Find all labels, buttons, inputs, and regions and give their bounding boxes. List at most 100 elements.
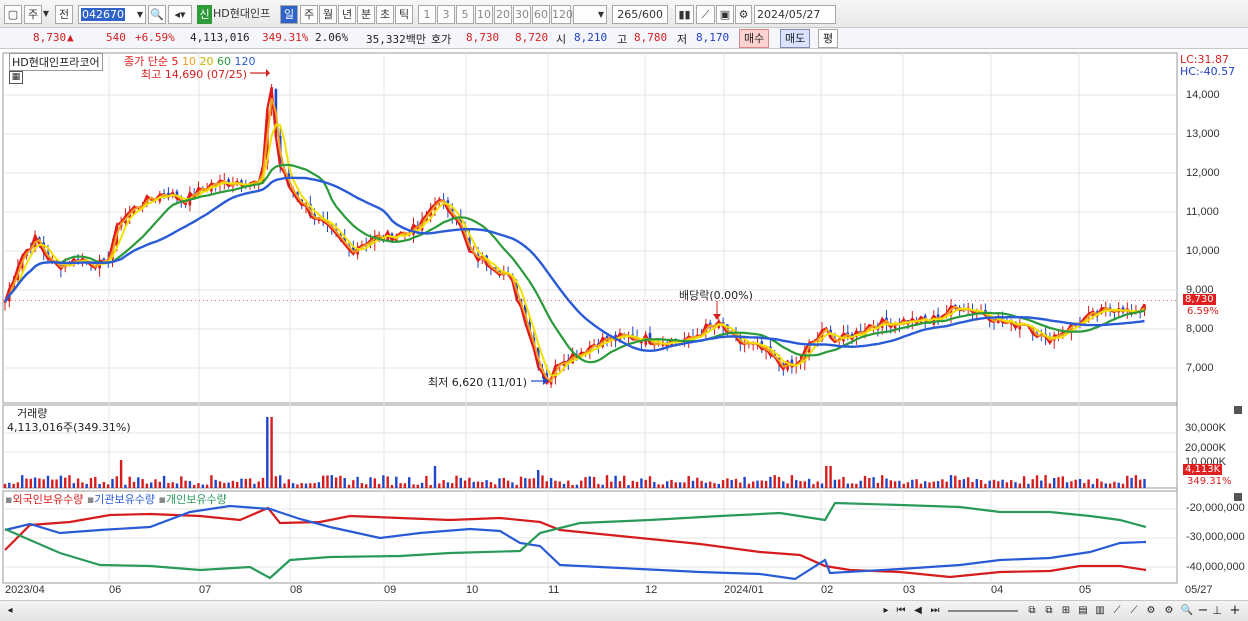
draw-line-icon[interactable]: ⟋ — [696, 5, 715, 24]
date-input[interactable]: 2024/05/27 — [754, 5, 836, 24]
volume-bar — [390, 484, 394, 488]
interval-20[interactable]: 20 — [494, 5, 512, 24]
x-label: 08 — [290, 584, 303, 596]
period-minute[interactable]: 분 — [357, 5, 375, 24]
volume-bar — [287, 479, 290, 488]
count-field[interactable]: 265/600 — [612, 5, 668, 24]
zoom-in-icon[interactable]: + — [1228, 604, 1242, 619]
volume-bar — [635, 481, 639, 488]
period-month[interactable]: 월 — [319, 5, 337, 24]
volume-bar — [554, 480, 557, 488]
volume-bar — [1104, 483, 1107, 488]
interval-3[interactable]: 3 — [437, 5, 455, 24]
scroll-start-icon[interactable]: ⏮ — [894, 604, 908, 619]
interval-10[interactable]: 10 — [475, 5, 493, 24]
layout-icon[interactable]: ⊞ — [1059, 604, 1073, 619]
interval-5[interactable]: 5 — [456, 5, 474, 24]
volume-bar — [567, 480, 570, 488]
volume-bar — [42, 479, 45, 488]
period-day[interactable]: 일 — [280, 5, 298, 24]
volume-bar — [360, 483, 364, 488]
scroll-left-icon[interactable]: ◂ — [4, 604, 16, 619]
stock-code-input[interactable]: 042670 ▼ — [78, 5, 146, 24]
scroll-right-icon[interactable]: ▸ — [880, 604, 892, 619]
volume-bar — [580, 480, 583, 488]
zoom-out-icon[interactable]: − — [1197, 604, 1209, 619]
volume-bar — [107, 484, 110, 488]
volume-bar — [1074, 479, 1077, 488]
volume-bar — [846, 483, 849, 488]
settings-icon[interactable]: ⚙ — [1144, 604, 1158, 619]
settings-icon[interactable]: ⚙ — [1162, 604, 1176, 619]
volume-bar — [339, 475, 342, 488]
volume-bar — [687, 475, 690, 488]
volume-bar — [51, 479, 54, 488]
interval-30[interactable]: 30 — [513, 5, 531, 24]
window-icon[interactable]: ▢ — [4, 5, 22, 24]
volume-bar — [717, 483, 720, 488]
period-tick[interactable]: 틱 — [395, 5, 413, 24]
zoom-icon[interactable]: 🔍 — [1180, 604, 1194, 619]
sell-button[interactable]: 매도 — [780, 29, 811, 48]
volume-bar — [876, 482, 880, 488]
interval-120[interactable]: 120 — [551, 5, 573, 24]
stock-code-value: 042670 — [81, 8, 125, 21]
volume-bar — [369, 477, 372, 488]
draw-icon[interactable]: ⟋ — [1110, 604, 1124, 619]
scroll-prev-icon[interactable]: ◀ — [911, 604, 925, 619]
gear-icon[interactable]: ⚙ — [735, 5, 752, 24]
zoom-handle-icon[interactable]: ⊥ — [1211, 604, 1223, 619]
market-dropdown-icon[interactable]: ▼ — [42, 5, 50, 24]
compare-icon[interactable]: ⧉ — [1025, 604, 1039, 619]
x-label: 2024/01 — [724, 584, 764, 596]
price-change-pct: +6.59% — [135, 31, 175, 44]
volume-bar — [85, 483, 88, 488]
interval-60[interactable]: 60 — [532, 5, 550, 24]
speaker-icon[interactable]: ◂▾ — [168, 5, 192, 24]
volume-bar — [924, 481, 927, 488]
draw-icon[interactable]: ⟋ — [1127, 604, 1141, 619]
volume-bar — [1108, 483, 1112, 488]
grid-icon[interactable]: ▤ — [1076, 604, 1090, 619]
scroll-end-icon[interactable]: ⏭ — [928, 604, 942, 619]
volume-bar — [343, 478, 346, 488]
chart-canvas[interactable] — [0, 50, 1248, 621]
market-select[interactable]: 주 — [24, 5, 42, 24]
candle-type-icon[interactable]: ▮▮ — [675, 5, 694, 24]
table-grid-icon[interactable]: ▦ — [9, 71, 23, 84]
volume-bar — [532, 478, 536, 488]
period-second[interactable]: 초 — [376, 5, 394, 24]
volume-bar — [386, 476, 389, 488]
volume-bar — [257, 481, 260, 488]
code-dropdown-icon[interactable]: ▼ — [137, 6, 143, 23]
custom-interval-select[interactable]: ▼ — [573, 5, 607, 24]
volume-bar — [162, 475, 166, 488]
avg-button[interactable]: 평 — [818, 29, 839, 48]
market-label: 주 — [27, 8, 39, 21]
period-week[interactable]: 주 — [300, 5, 318, 24]
buy-button[interactable]: 매수 — [739, 29, 770, 48]
save-icon[interactable]: ▣ — [716, 5, 734, 24]
close-icon[interactable] — [1234, 406, 1242, 414]
volume-bar — [984, 483, 987, 488]
volume-bar — [352, 480, 355, 488]
chart-scrollbar[interactable]: ◂ ▸ ⏮ ◀ ⏭ ⧉ ⧉ ⊞ ▤ ▥ ⟋ ⟋ ⚙ ⚙ 🔍 − ⊥ + — [0, 600, 1248, 621]
volume-bar — [59, 475, 63, 488]
volume-bar — [248, 478, 252, 488]
zoom-track[interactable] — [948, 610, 1018, 612]
volume-bar — [38, 478, 41, 488]
close-icon[interactable] — [1234, 493, 1242, 501]
interval-1[interactable]: 1 — [418, 5, 436, 24]
x-label: 07 — [199, 584, 212, 596]
x-label: 05/27 — [1185, 584, 1213, 596]
search-icon[interactable]: 🔍 — [148, 5, 166, 24]
volume-bar — [1091, 484, 1095, 488]
layout-icon[interactable]: ⧉ — [1042, 604, 1056, 619]
type-select[interactable]: 전 — [55, 5, 73, 24]
period-year[interactable]: 년 — [338, 5, 356, 24]
volume-bar — [244, 478, 247, 488]
volume-bar — [197, 483, 200, 488]
bar-icon[interactable]: ▥ — [1093, 604, 1107, 619]
low-price: 8,170 — [696, 31, 730, 44]
low-label: 저 — [677, 33, 688, 46]
